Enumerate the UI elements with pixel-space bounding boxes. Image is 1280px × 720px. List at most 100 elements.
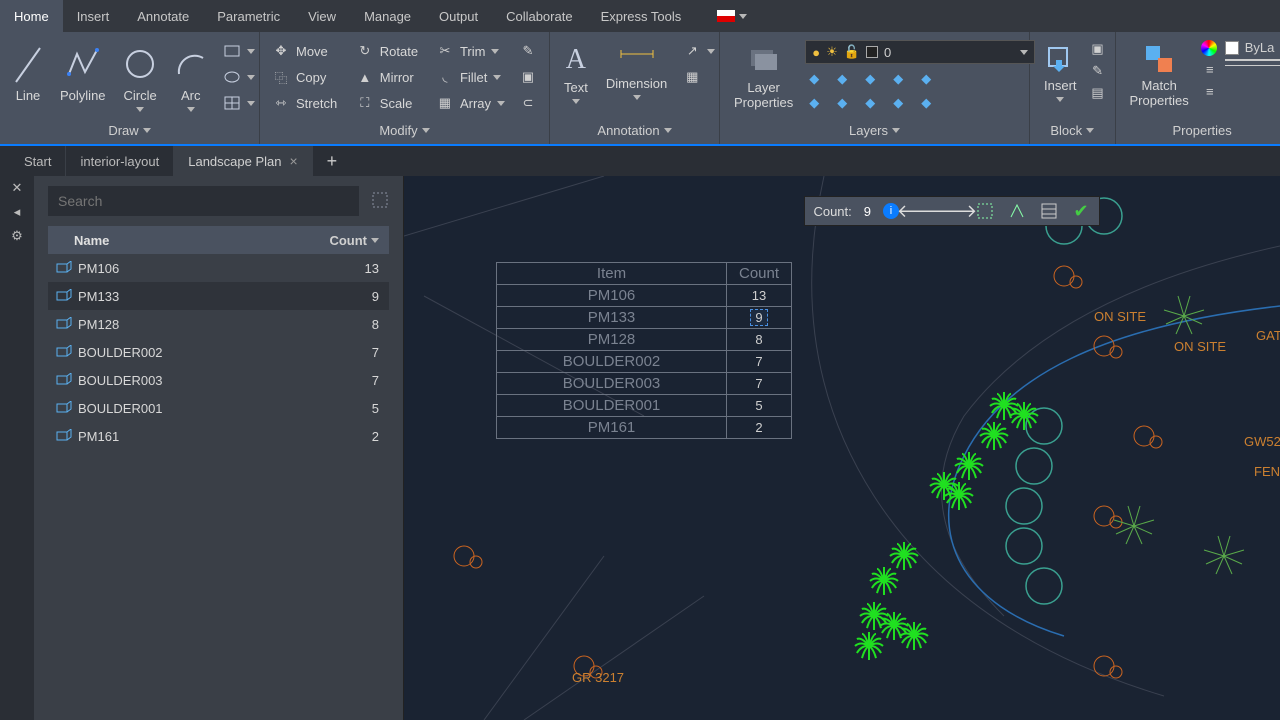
menu-tab-manage[interactable]: Manage xyxy=(350,0,425,32)
canvas-count-table[interactable]: ItemCount PM10613PM1339PM1288BOULDER0027… xyxy=(496,262,792,439)
edit-block-icon[interactable]: ✎ xyxy=(1089,62,1107,80)
search-input[interactable] xyxy=(48,186,359,216)
zoom-selection-icon[interactable] xyxy=(975,201,995,221)
layer-tool-icon[interactable]: ◆ xyxy=(861,94,879,112)
trim-button[interactable]: ✂Trim xyxy=(432,40,509,62)
row-count: 9 xyxy=(349,289,379,304)
color-bylayer-dropdown[interactable]: ByLa xyxy=(1225,40,1280,55)
doc-tab-interior[interactable]: interior-layout xyxy=(66,146,174,176)
block-icon xyxy=(54,317,74,331)
copy-button[interactable]: ⿻Copy xyxy=(268,66,346,88)
selection-icon[interactable] xyxy=(371,191,389,212)
highlight-icon[interactable] xyxy=(1007,201,1027,221)
arc-button[interactable]: Arc xyxy=(169,40,213,116)
next-button[interactable]: 🡒 xyxy=(943,201,963,221)
layer-tool-icon[interactable]: ◆ xyxy=(805,70,823,88)
insert-block-button[interactable]: Insert xyxy=(1038,40,1083,106)
menu-tab-home[interactable]: Home xyxy=(0,0,63,32)
panel-properties: Match Properties ≡ ≡ ByLa Properties xyxy=(1116,32,1280,144)
array-button[interactable]: ▦Array xyxy=(432,92,509,114)
menu-tab-parametric[interactable]: Parametric xyxy=(203,0,294,32)
doc-tab-landscape[interactable]: Landscape Plan× xyxy=(174,146,312,176)
linetype-icon[interactable]: ≡ xyxy=(1201,82,1219,100)
drawing-canvas[interactable]: ON SITE ON SITE FENCE GATE GW5252 GR 321… xyxy=(404,176,1280,720)
menu-featured-apps[interactable] xyxy=(703,0,761,32)
offset-icon: ⊂ xyxy=(519,94,537,112)
gear-icon[interactable]: ⚙ xyxy=(11,228,23,244)
chevron-down-icon xyxy=(136,107,144,112)
layer-properties-button[interactable]: Layer Properties xyxy=(728,40,799,114)
table-row[interactable]: BOULDER0027 xyxy=(48,338,389,366)
move-icon: ✥ xyxy=(272,42,290,60)
panel-title: Draw xyxy=(108,123,138,138)
lineweight-icon[interactable]: ≡ xyxy=(1201,60,1219,78)
panel-modify: ✥Move ⿻Copy ⇿Stretch ↻Rotate ▲Mirror ⛶Sc… xyxy=(260,32,550,144)
mirror-icon: ▲ xyxy=(356,68,374,86)
layer-tool-icon[interactable]: ◆ xyxy=(805,94,823,112)
stretch-button[interactable]: ⇿Stretch xyxy=(268,92,346,114)
menu-tab-annotate[interactable]: Annotate xyxy=(123,0,203,32)
layer-tool-icon[interactable]: ◆ xyxy=(889,94,907,112)
layer-dropdown[interactable]: ● ☀ 🔓 0 xyxy=(805,40,1035,64)
circle-button[interactable]: Circle xyxy=(118,40,163,116)
menu-tab-output[interactable]: Output xyxy=(425,0,492,32)
scale-button[interactable]: ⛶Scale xyxy=(352,92,426,114)
collapse-icon[interactable]: ◂ xyxy=(14,204,21,220)
layer-tool-icon[interactable]: ◆ xyxy=(833,94,851,112)
close-icon[interactable]: ✕ xyxy=(12,180,23,196)
menu-tab-insert[interactable]: Insert xyxy=(63,0,124,32)
lightbulb-icon: ● xyxy=(812,45,820,60)
create-block-icon[interactable]: ▣ xyxy=(1089,40,1107,58)
block-attr-icon[interactable]: ▤ xyxy=(1089,84,1107,102)
layer-tool-icon[interactable]: ◆ xyxy=(917,94,935,112)
dimension-button[interactable]: Dimension xyxy=(600,40,673,104)
fillet-button[interactable]: ◟Fillet xyxy=(432,66,509,88)
table-row[interactable]: BOULDER0037 xyxy=(48,366,389,394)
rotate-button[interactable]: ↻Rotate xyxy=(352,40,426,62)
menu-tab-collaborate[interactable]: Collaborate xyxy=(492,0,587,32)
move-button[interactable]: ✥Move xyxy=(268,40,346,62)
table-button[interactable]: ▦ xyxy=(679,66,719,88)
table-row[interactable]: PM1288 xyxy=(48,310,389,338)
layer-tool-icon[interactable]: ◆ xyxy=(861,70,879,88)
menu-tab-view[interactable]: View xyxy=(294,0,350,32)
text-button[interactable]: AText xyxy=(558,40,594,108)
ellipse-button[interactable] xyxy=(219,66,259,88)
line-button[interactable]: Line xyxy=(8,40,48,107)
confirm-icon[interactable]: ✔ xyxy=(1071,201,1091,221)
table-row[interactable]: PM10613 xyxy=(48,254,389,282)
col-name-header[interactable]: Name xyxy=(74,233,329,248)
polyline-button[interactable]: Polyline xyxy=(54,40,112,107)
explode-button[interactable]: ▣ xyxy=(515,66,541,88)
mirror-button[interactable]: ▲Mirror xyxy=(352,66,426,88)
match-properties-button[interactable]: Match Properties xyxy=(1124,40,1195,112)
insert-table-icon[interactable] xyxy=(1039,201,1059,221)
close-icon[interactable]: × xyxy=(289,153,297,169)
layer-tool-icon[interactable]: ◆ xyxy=(833,70,851,88)
row-count: 7 xyxy=(349,345,379,360)
sun-icon: ☀ xyxy=(826,44,838,60)
table-row[interactable]: PM1612 xyxy=(48,422,389,450)
col-count-header[interactable]: Count xyxy=(329,233,379,248)
doc-tab-start[interactable]: Start xyxy=(10,146,66,176)
table-row[interactable]: PM1339 xyxy=(48,282,389,310)
rotate-icon: ↻ xyxy=(356,42,374,60)
hatch-button[interactable] xyxy=(219,92,259,114)
workarea: ✕ ◂ ⚙ Name Count PM10613PM1339PM1288BOUL… xyxy=(0,176,1280,720)
new-tab-button[interactable]: + xyxy=(313,146,352,176)
erase-button[interactable]: ✎ xyxy=(515,40,541,62)
leader-button[interactable]: ↗ xyxy=(679,40,719,62)
table-head-count: Count xyxy=(727,263,791,284)
ribbon: Line Polyline Circle Arc Draw ✥Move ⿻Cop… xyxy=(0,32,1280,146)
panel-title: Properties xyxy=(1173,123,1232,138)
rectangle-button[interactable] xyxy=(219,40,259,62)
layer-tool-icon[interactable]: ◆ xyxy=(917,70,935,88)
color-wheel-icon[interactable] xyxy=(1201,40,1217,56)
layer-tool-icon[interactable]: ◆ xyxy=(889,70,907,88)
block-icon xyxy=(54,401,74,415)
scale-icon: ⛶ xyxy=(356,94,374,112)
table-row[interactable]: BOULDER0015 xyxy=(48,394,389,422)
chevron-down-icon xyxy=(187,107,195,112)
menu-tab-express[interactable]: Express Tools xyxy=(587,0,696,32)
offset-button[interactable]: ⊂ xyxy=(515,92,541,114)
